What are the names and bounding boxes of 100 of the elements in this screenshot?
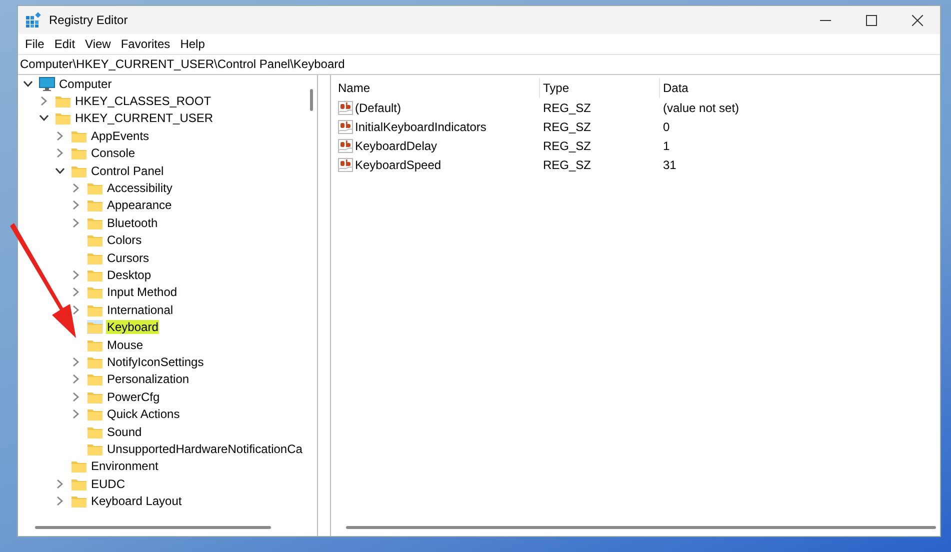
- collapse-chevron-icon[interactable]: [55, 166, 65, 176]
- tree-item[interactable]: Input Method: [106, 285, 178, 300]
- expand-chevron-icon[interactable]: [71, 392, 81, 402]
- tree-item[interactable]: Console: [90, 146, 136, 160]
- tree-item[interactable]: HKEY_CURRENT_USER: [74, 111, 214, 126]
- string-value-icon: [338, 138, 353, 152]
- expand-chevron-icon[interactable]: [71, 183, 81, 194]
- folder-icon: [71, 494, 87, 508]
- folder-icon: [87, 268, 103, 282]
- folder-icon: [87, 216, 103, 230]
- value-name[interactable]: InitialKeyboardIndicators: [355, 120, 486, 134]
- tree-item[interactable]: Keyboard Layout: [90, 494, 183, 508]
- expand-chevron-icon[interactable]: [55, 496, 65, 506]
- tree-item[interactable]: Personalization: [106, 372, 190, 386]
- collapse-chevron-icon[interactable]: [39, 113, 49, 124]
- value-name[interactable]: KeyboardDelay: [355, 138, 438, 152]
- tree-item[interactable]: Bluetooth: [106, 216, 159, 230]
- tree-item[interactable]: Quick Actions: [106, 407, 181, 422]
- tree-item[interactable]: EUDC: [90, 476, 126, 491]
- folder-icon: [87, 181, 103, 196]
- expand-chevron-icon[interactable]: [71, 374, 81, 384]
- table-cell-text: 0: [662, 120, 671, 134]
- menu-item[interactable]: View: [80, 34, 116, 54]
- menu-item[interactable]: File: [20, 34, 50, 54]
- tree-item[interactable]: Sound: [106, 424, 143, 438]
- tree-item[interactable]: AppEvents: [90, 128, 150, 143]
- folder-icon: [87, 424, 103, 438]
- folder-icon: [55, 111, 71, 126]
- menu-item[interactable]: Help: [175, 34, 210, 54]
- table-cell-text: REG_SZ: [542, 138, 592, 152]
- maximize-icon: [866, 14, 876, 26]
- menu-item[interactable]: Favorites: [116, 34, 176, 54]
- value-name[interactable]: KeyboardSpeed: [355, 158, 442, 172]
- tree-item[interactable]: Mouse: [106, 338, 144, 352]
- column-header[interactable]: Data: [660, 78, 860, 98]
- table-cell-text: 1: [662, 138, 671, 152]
- folder-icon: [87, 338, 103, 352]
- folder-icon: [87, 372, 103, 386]
- table-cell-text: REG_SZ: [542, 100, 592, 114]
- tree-item[interactable]: Colors: [106, 233, 143, 248]
- registry-icon: [25, 12, 41, 28]
- tree-item[interactable]: Environment: [90, 459, 160, 474]
- monitor-icon: [39, 76, 55, 91]
- folder-icon: [87, 250, 103, 265]
- value-name[interactable]: (Default): [355, 100, 402, 114]
- expand-chevron-icon[interactable]: [71, 200, 81, 210]
- folder-icon: [87, 442, 103, 456]
- string-value-icon: [338, 120, 353, 134]
- expand-chevron-icon[interactable]: [55, 478, 65, 489]
- tree-item[interactable]: PowerCfg: [106, 390, 161, 404]
- tree-item[interactable]: Cursors: [106, 250, 150, 265]
- close-icon: [912, 14, 922, 26]
- expand-chevron-icon[interactable]: [71, 287, 81, 298]
- folder-icon: [71, 146, 87, 160]
- folder-icon: [55, 94, 71, 108]
- menu-item[interactable]: Edit: [49, 34, 80, 54]
- folder-icon: [71, 476, 87, 491]
- scrollbar-thumb[interactable]: [35, 526, 271, 529]
- column-header[interactable]: Name: [335, 78, 540, 98]
- tree-item[interactable]: Desktop: [106, 268, 152, 282]
- expand-chevron-icon[interactable]: [71, 270, 81, 280]
- tree-item[interactable]: UnsupportedHardwareNotificationCa: [106, 442, 304, 456]
- tree-item[interactable]: Computer: [58, 76, 113, 91]
- column-header[interactable]: Type: [540, 78, 660, 98]
- folder-icon: [87, 285, 103, 300]
- table-cell-text: REG_SZ: [542, 120, 592, 134]
- folder-icon: [87, 198, 103, 212]
- string-value-icon: [338, 100, 353, 114]
- string-value-icon: [338, 158, 353, 172]
- collapse-chevron-icon[interactable]: [23, 78, 33, 89]
- tree-item[interactable]: Accessibility: [106, 181, 174, 196]
- scrollbar-thumb[interactable]: [346, 526, 936, 529]
- tree-item[interactable]: HKEY_CLASSES_ROOT: [74, 94, 212, 108]
- folder-icon: [87, 302, 103, 317]
- expand-chevron-icon[interactable]: [71, 218, 81, 228]
- expand-chevron-icon[interactable]: [71, 356, 81, 367]
- folder-icon: [71, 128, 87, 143]
- expand-chevron-icon[interactable]: [71, 409, 81, 420]
- table-cell-text: 31: [662, 158, 678, 172]
- expand-chevron-icon[interactable]: [39, 96, 49, 106]
- expand-chevron-icon[interactable]: [55, 148, 65, 158]
- folder-icon: [71, 164, 87, 178]
- folder-icon: [87, 233, 103, 248]
- table-cell-text: (value not set): [662, 100, 740, 114]
- tree-item[interactable]: Control Panel: [90, 164, 165, 178]
- folder-icon: [87, 390, 103, 404]
- table-cell-text: REG_SZ: [542, 158, 592, 172]
- window-title: Registry Editor: [49, 13, 129, 27]
- tree-item[interactable]: NotifyIconSettings: [106, 354, 205, 369]
- folder-icon: [71, 459, 87, 474]
- scrollbar-thumb[interactable]: [310, 89, 313, 111]
- expand-chevron-icon[interactable]: [55, 130, 65, 141]
- folder-icon: [87, 320, 103, 334]
- address-bar[interactable]: Computer\HKEY_CURRENT_USER\Control Panel\Keyboard: [18, 54, 940, 75]
- tree-item[interactable]: Appearance: [106, 198, 173, 212]
- folder-icon: [87, 407, 103, 422]
- folder-icon: [87, 354, 103, 369]
- expand-chevron-icon[interactable]: [71, 304, 81, 315]
- tree-item[interactable]: Keyboard: [106, 320, 160, 334]
- tree-item[interactable]: International: [106, 302, 174, 317]
